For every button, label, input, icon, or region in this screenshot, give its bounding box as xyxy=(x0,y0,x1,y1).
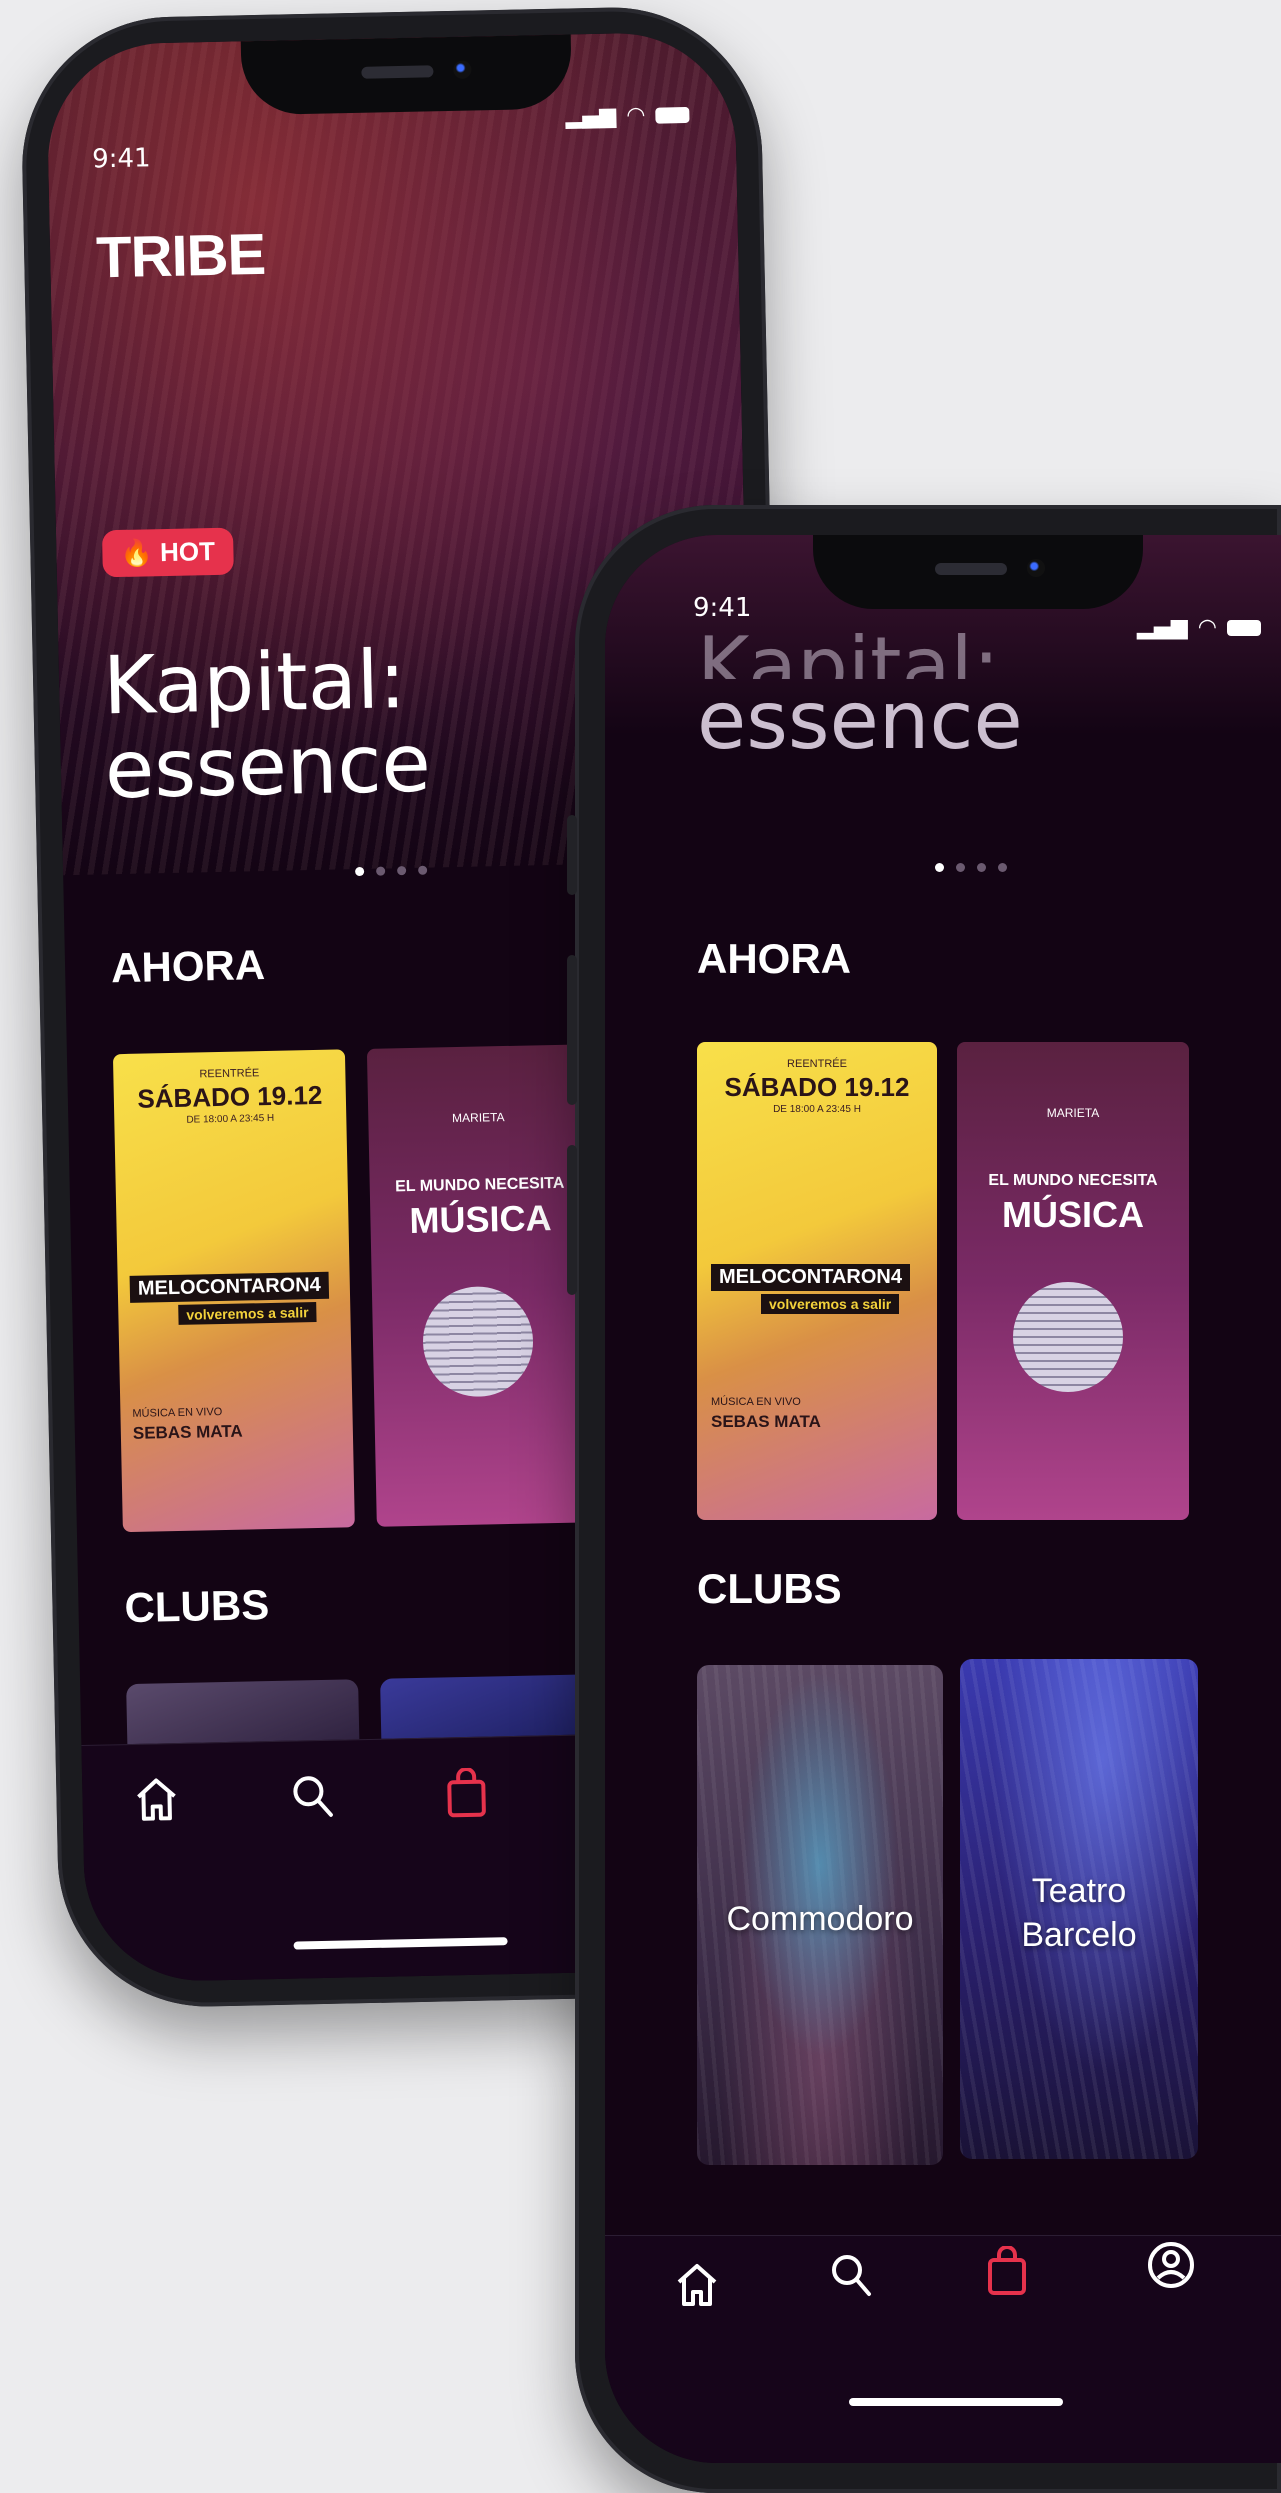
tab-home[interactable] xyxy=(667,2250,727,2320)
event-name: MELOCONTARON4 xyxy=(129,1271,330,1303)
front-phone-screen: 9:41 ▂▄▆ ◠ Kapital: essence AHORA REENTR… xyxy=(605,535,1281,2463)
carousel-dots xyxy=(355,865,428,877)
event-artist: SEBAS MATA xyxy=(132,1421,243,1443)
home-icon xyxy=(677,2264,717,2306)
silent-switch[interactable] xyxy=(567,815,577,895)
home-indicator xyxy=(849,2398,1063,2406)
bag-icon xyxy=(447,1767,486,1818)
carousel-dot[interactable] xyxy=(977,863,986,872)
bag-icon xyxy=(988,2246,1026,2295)
carousel-dot[interactable] xyxy=(935,863,944,872)
status-icons: ▂▄▆ ◠ xyxy=(565,102,690,130)
status-icons: ▂▄▆ ◠ xyxy=(1137,615,1261,640)
home-icon xyxy=(137,1778,176,1821)
search-icon xyxy=(293,1776,333,1817)
tab-bar xyxy=(605,2235,1281,2463)
camera-icon xyxy=(1027,559,1045,577)
tab-bag[interactable] xyxy=(977,2236,1037,2306)
notch xyxy=(813,535,1143,609)
event-subtitle: volveremos a salir xyxy=(178,1302,317,1325)
tab-search[interactable] xyxy=(282,1761,343,1832)
section-title-clubs: CLUBS xyxy=(124,1581,270,1632)
carousel-dot[interactable] xyxy=(397,866,407,876)
event-name: MELOCONTARON4 xyxy=(711,1264,910,1291)
search-icon xyxy=(832,2255,871,2296)
section-title-now: AHORA xyxy=(697,935,851,982)
event-card-marieta[interactable]: MARIETA EL MUNDO NECESITA MÚSICA xyxy=(366,1044,597,1527)
hero-title-line2: essence xyxy=(697,674,1023,767)
event-brand: MARIETA xyxy=(451,1110,505,1126)
battery-icon xyxy=(655,106,690,124)
event-brand: MARIETA xyxy=(1046,1106,1100,1120)
event-live-label: MÚSICA EN VIVO xyxy=(711,1396,801,1408)
event-line1: EL MUNDO NECESITA xyxy=(988,1172,1158,1189)
signal-icon: ▂▄▆ xyxy=(1137,615,1188,640)
disco-ball-image xyxy=(421,1285,535,1398)
signal-icon: ▂▄▆ xyxy=(565,103,617,130)
carousel-dot[interactable] xyxy=(418,865,428,875)
app-logo: TRIBE xyxy=(95,221,266,291)
club-name: Teatro Barcelo xyxy=(960,1869,1198,1957)
notch xyxy=(240,34,573,116)
hot-badge-label: HOT xyxy=(159,535,216,568)
wifi-icon: ◠ xyxy=(1197,615,1217,640)
club-name: Commodoro xyxy=(726,1900,914,1938)
event-line2: MÚSICA xyxy=(409,1197,552,1242)
event-line2: MÚSICA xyxy=(1002,1194,1144,1235)
status-time: 9:41 xyxy=(693,593,752,623)
section-title-now: AHORA xyxy=(110,941,266,992)
carousel-dot[interactable] xyxy=(376,866,386,876)
event-live-label: MÚSICA EN VIVO xyxy=(132,1406,223,1420)
carousel-dot[interactable] xyxy=(956,863,965,872)
club-name-line1: Teatro xyxy=(1031,1872,1127,1910)
hero-title-line2: essence xyxy=(103,716,432,817)
carousel-dot[interactable] xyxy=(998,863,1007,872)
club-card-teatro-barcelo[interactable]: Teatro Barcelo xyxy=(960,1659,1198,2159)
section-title-clubs: CLUBS xyxy=(697,1565,842,1612)
wifi-icon: ◠ xyxy=(625,102,646,129)
event-date: SÁBADO 19.12 xyxy=(137,1079,323,1114)
tab-home[interactable] xyxy=(126,1764,187,1835)
club-name-line2: Barcelo xyxy=(1021,1916,1137,1955)
hero-title: Kapital: essence xyxy=(697,625,1023,763)
front-phone: 9:41 ▂▄▆ ◠ Kapital: essence AHORA REENTR… xyxy=(567,505,1281,2493)
home-indicator xyxy=(293,1937,508,1950)
event-artist: SEBAS MATA xyxy=(711,1412,821,1431)
event-card-melocontaron[interactable]: REENTRÉE SÁBADO 19.12 DE 18:00 A 23:45 H… xyxy=(112,1049,355,1533)
event-card-marieta[interactable]: MARIETA EL MUNDO NECESITA MÚSICA xyxy=(957,1042,1189,1520)
hero-title-line1: Kapital: xyxy=(697,625,1000,679)
carousel-dots xyxy=(935,863,1007,872)
event-card-melocontaron[interactable]: REENTRÉE SÁBADO 19.12 DE 18:00 A 23:45 H… xyxy=(697,1042,937,1520)
status-time: 9:41 xyxy=(91,143,151,175)
tab-bag[interactable] xyxy=(436,1757,497,1828)
carousel-dot[interactable] xyxy=(355,866,365,877)
camera-icon xyxy=(453,60,472,79)
disco-ball-image xyxy=(1013,1282,1123,1392)
hero-title-line1: Kapital: xyxy=(102,633,407,733)
event-hours: DE 18:00 A 23:45 H xyxy=(773,1104,861,1115)
hero-title: Kapital: essence xyxy=(102,633,432,817)
tab-search[interactable] xyxy=(821,2240,881,2310)
event-date: SÁBADO 19.12 xyxy=(724,1072,910,1102)
flame-icon: 🔥 xyxy=(120,537,154,568)
speaker xyxy=(361,65,434,79)
event-line1: EL MUNDO NECESITA xyxy=(394,1174,565,1196)
club-card-commodoro[interactable]: Commodoro xyxy=(697,1665,943,2165)
speaker xyxy=(935,563,1007,575)
hot-badge: 🔥 HOT xyxy=(101,527,234,578)
profile-icon xyxy=(1148,2242,1194,2288)
tab-profile[interactable] xyxy=(1141,2230,1201,2300)
event-top-label: REENTRÉE xyxy=(787,1058,847,1070)
volume-up-button[interactable] xyxy=(567,955,577,1105)
volume-down-button[interactable] xyxy=(567,1145,577,1295)
battery-icon xyxy=(1227,619,1261,636)
event-subtitle: volveremos a salir xyxy=(761,1294,900,1314)
